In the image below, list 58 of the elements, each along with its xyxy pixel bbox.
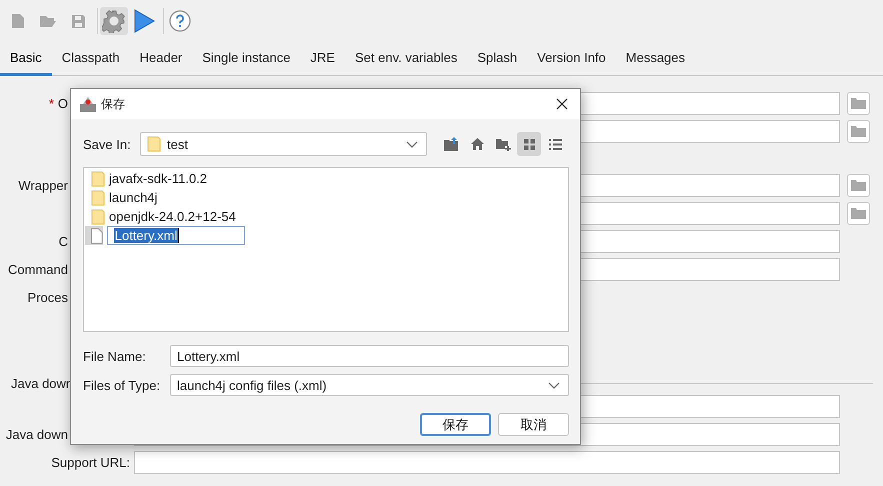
tab[interactable]: Version Info (527, 42, 616, 76)
folder-icon (851, 126, 866, 137)
grid-view-icon (524, 138, 534, 150)
field-label: Wrapper (18, 178, 68, 193)
file-item[interactable]: openjdk-24.0.2+12-54 (85, 207, 567, 226)
folder-icon (851, 180, 866, 191)
home-icon (470, 138, 484, 150)
folder-icon (91, 170, 105, 186)
document-icon (11, 13, 25, 29)
field-label: C (58, 234, 68, 249)
file-icon (91, 228, 103, 244)
tab[interactable]: Header (130, 42, 192, 76)
save-icon (70, 14, 86, 28)
field-label: Proces (28, 290, 68, 305)
field-label: Command (8, 262, 68, 277)
tab[interactable]: Set env. variables (344, 42, 468, 76)
file-item[interactable]: javafx-sdk-11.0.2 (85, 169, 567, 188)
tab[interactable]: Single instance (192, 42, 300, 76)
settings-icon (102, 9, 126, 33)
required-mark: * (48, 96, 54, 111)
toolbar-button[interactable] (100, 7, 128, 35)
text-field[interactable] (134, 451, 840, 474)
folder-icon (147, 136, 161, 152)
folder-icon (851, 98, 866, 109)
tab[interactable]: Classpath (52, 42, 130, 76)
save-in-dropdown[interactable]: test (140, 132, 427, 156)
browse-button[interactable] (847, 120, 870, 143)
new-folder-icon (496, 138, 510, 150)
folder-icon (39, 14, 57, 28)
folder-up-icon (444, 137, 458, 151)
list-view-icon (548, 138, 562, 150)
file-name-field[interactable]: Lottery.xml (170, 345, 569, 367)
view-button[interactable] (517, 132, 541, 156)
tab[interactable]: Splash (467, 42, 528, 76)
folder-icon (851, 208, 866, 219)
chevron-icon (406, 140, 418, 148)
folder-icon (91, 208, 105, 224)
app-icon (79, 95, 97, 113)
file-type-label: Files of Type: (83, 378, 162, 392)
close-icon (556, 98, 568, 110)
tab[interactable]: Messages (616, 42, 696, 76)
tab[interactable]: JRE (300, 42, 345, 76)
browse-button[interactable] (847, 92, 870, 115)
field-label: O (58, 96, 68, 111)
dialog-title: 保存 (101, 96, 126, 112)
save-in-label: Save In: (83, 136, 132, 152)
tab[interactable]: Basic (0, 42, 52, 76)
browse-button[interactable] (847, 174, 870, 197)
chevron-icon (548, 382, 560, 388)
file-item[interactable]: launch4j (85, 188, 567, 207)
folder-icon (91, 190, 105, 206)
dialog-button[interactable]: 保存 (420, 413, 491, 436)
file-name-label: File Name: (83, 348, 147, 364)
field-label: Support URL: (51, 455, 130, 470)
dialog-button[interactable]: 取消 (498, 413, 569, 436)
browse-button[interactable] (847, 202, 870, 225)
file-type-dropdown[interactable]: launch4j config files (.xml) (170, 374, 569, 396)
field-label: Java down (6, 427, 68, 442)
